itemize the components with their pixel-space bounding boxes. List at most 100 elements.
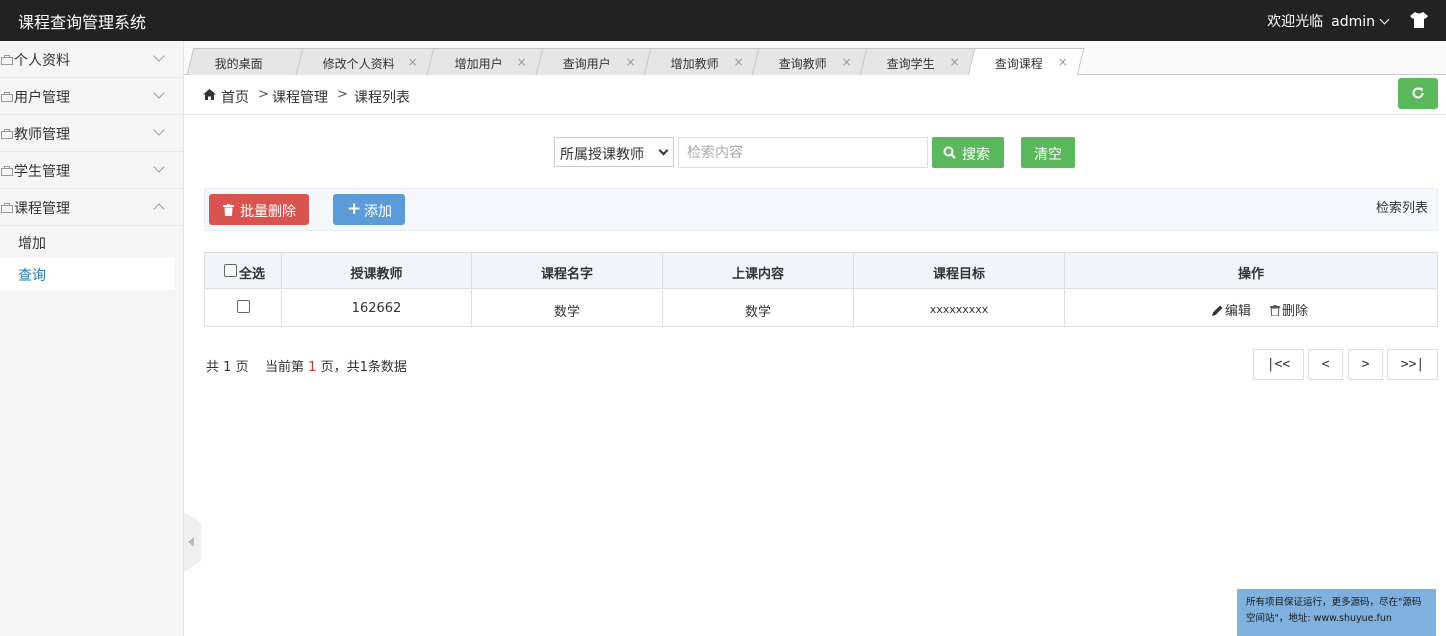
column-header: 课程名字 — [540, 267, 593, 282]
current-page-info: 当前第 1 页，共1条数据 — [265, 356, 407, 375]
cell-teacher: 162662 — [351, 301, 402, 316]
chevron-down-icon — [658, 145, 669, 156]
tab-label: 查询教师 — [778, 57, 827, 71]
prev-page-button[interactable]: < — [1308, 349, 1343, 380]
last-page-button[interactable]: >>| — [1387, 349, 1438, 380]
column-header: 上课内容 — [731, 267, 784, 282]
current-page-number: 1 — [308, 360, 317, 375]
search-button[interactable]: 搜索 — [932, 137, 1004, 168]
sidebar-item-label: 学生管理 — [14, 164, 70, 180]
sidebar-subitem-add[interactable]: 增加 — [0, 226, 183, 258]
tab-desktop[interactable]: 我的桌面 — [186, 48, 304, 75]
promo-line: 空间站"，地址: www.shuyue.fun — [1246, 613, 1392, 624]
clear-button-label: 清空 — [1034, 147, 1062, 163]
total-pages-suffix: 页 — [235, 360, 249, 375]
chevron-down-icon — [153, 161, 165, 173]
close-icon[interactable]: × — [1058, 55, 1068, 69]
clear-button[interactable]: 清空 — [1021, 137, 1075, 168]
tab-query-user[interactable]: 查询用户 × — [535, 48, 653, 75]
sidebar-collapse-handle[interactable] — [184, 512, 201, 572]
username[interactable]: admin — [1331, 14, 1375, 30]
pencil-icon — [1212, 305, 1223, 316]
close-icon[interactable]: × — [950, 55, 960, 69]
breadcrumb: 首页 > 课程管理 > 课程列表 — [184, 75, 1446, 115]
close-icon[interactable]: × — [517, 55, 527, 69]
select-all-checkbox[interactable] — [224, 264, 237, 277]
user-menu[interactable]: 欢迎光临 admin — [1267, 11, 1390, 31]
batch-delete-button[interactable]: 批量删除 — [209, 194, 309, 225]
search-input[interactable] — [678, 137, 928, 168]
cell-goal: xxxxxxxxx — [929, 303, 989, 316]
chevron-down-icon — [153, 124, 165, 136]
sidebar-item-label: 教师管理 — [14, 127, 70, 143]
bag-icon — [1, 203, 13, 213]
select-all-label: 全选 — [239, 267, 266, 282]
close-icon[interactable]: × — [842, 55, 852, 69]
collapse-arrow-icon — [188, 537, 194, 547]
sidebar-item-teachers[interactable]: 教师管理 — [0, 115, 183, 152]
delete-button[interactable]: 删除 — [1270, 300, 1308, 319]
plus-icon: + — [347, 199, 362, 219]
top-header: 课程查询管理系统 欢迎光临 admin — [0, 0, 1446, 41]
chevron-down-icon[interactable] — [1379, 14, 1390, 25]
tab-edit-profile[interactable]: 修改个人资料 × — [295, 48, 435, 75]
row-checkbox[interactable] — [237, 300, 250, 313]
home-icon — [203, 89, 216, 100]
sidebar-subitem-label: 查询 — [18, 268, 46, 284]
tab-label: 修改个人资料 — [322, 57, 395, 71]
total-pages-info: 共 1 页 — [206, 356, 249, 375]
teacher-select[interactable]: 所属授课教师 — [554, 137, 674, 167]
tab-query-course[interactable]: 查询课程 × — [967, 48, 1085, 76]
sidebar-subitem-query[interactable]: 查询 — [0, 258, 175, 290]
sidebar-item-students[interactable]: 学生管理 — [0, 152, 183, 189]
close-icon[interactable]: × — [734, 55, 744, 69]
delete-label: 删除 — [1282, 304, 1309, 319]
close-icon[interactable]: × — [408, 55, 418, 69]
search-button-label: 搜索 — [962, 147, 990, 163]
chevron-down-icon — [153, 87, 165, 99]
column-header: 操作 — [1237, 267, 1264, 282]
refresh-button[interactable] — [1398, 78, 1438, 109]
add-button[interactable]: + 添加 — [333, 194, 405, 225]
search-icon — [943, 146, 956, 159]
breadcrumb-home[interactable]: 首页 — [221, 87, 249, 107]
first-page-button[interactable]: |<< — [1253, 349, 1304, 380]
breadcrumb-separator: > — [258, 87, 269, 102]
tab-query-teacher[interactable]: 查询教师 × — [751, 48, 869, 75]
tab-add-user[interactable]: 增加用户 × — [426, 48, 544, 75]
tab-query-student[interactable]: 查询学生 × — [859, 48, 977, 75]
bag-icon — [1, 129, 13, 139]
tab-label: 增加用户 — [454, 57, 503, 71]
bag-icon — [1, 55, 13, 65]
breadcrumb-separator: > — [337, 87, 348, 102]
welcome-text: 欢迎光临 — [1267, 14, 1324, 30]
edit-label: 编辑 — [1225, 304, 1252, 319]
tab-add-teacher[interactable]: 增加教师 × — [643, 48, 761, 75]
cell-course-name: 数学 — [553, 305, 580, 320]
column-header: 课程目标 — [932, 267, 985, 282]
sidebar-item-label: 个人资料 — [14, 53, 70, 69]
sidebar-item-label: 课程管理 — [14, 201, 70, 217]
cell-content: 数学 — [744, 305, 771, 320]
list-title: 检索列表 — [1376, 201, 1429, 216]
edit-button[interactable]: 编辑 — [1212, 300, 1251, 319]
current-page-prefix: 当前第 — [265, 360, 305, 375]
next-page-button[interactable]: > — [1348, 349, 1383, 380]
teacher-select-value: 所属授课教师 — [560, 147, 644, 163]
shirt-icon[interactable] — [1410, 12, 1428, 28]
breadcrumb-course-manage[interactable]: 课程管理 — [272, 87, 328, 107]
breadcrumb-course-list: 课程列表 — [354, 90, 410, 106]
total-pages-count: 1 — [223, 360, 232, 375]
bag-icon — [1, 166, 13, 176]
chevron-up-icon — [153, 203, 165, 215]
sidebar-subitem-label: 增加 — [18, 236, 46, 252]
tab-label: 查询用户 — [562, 57, 611, 71]
tab-label: 查询课程 — [994, 57, 1043, 71]
sidebar-item-users[interactable]: 用户管理 — [0, 78, 183, 115]
total-pages-prefix: 共 — [206, 360, 220, 375]
sidebar-item-profile[interactable]: 个人资料 — [0, 41, 183, 78]
close-icon[interactable]: × — [626, 55, 636, 69]
sidebar-item-label: 用户管理 — [14, 90, 70, 106]
sidebar-item-courses[interactable]: 课程管理 — [0, 189, 183, 226]
tab-bar: 我的桌面 修改个人资料 × 增加用户 × 查询用户 × 增加教师 × 查询教师 × 查询学… — [184, 41, 1446, 76]
